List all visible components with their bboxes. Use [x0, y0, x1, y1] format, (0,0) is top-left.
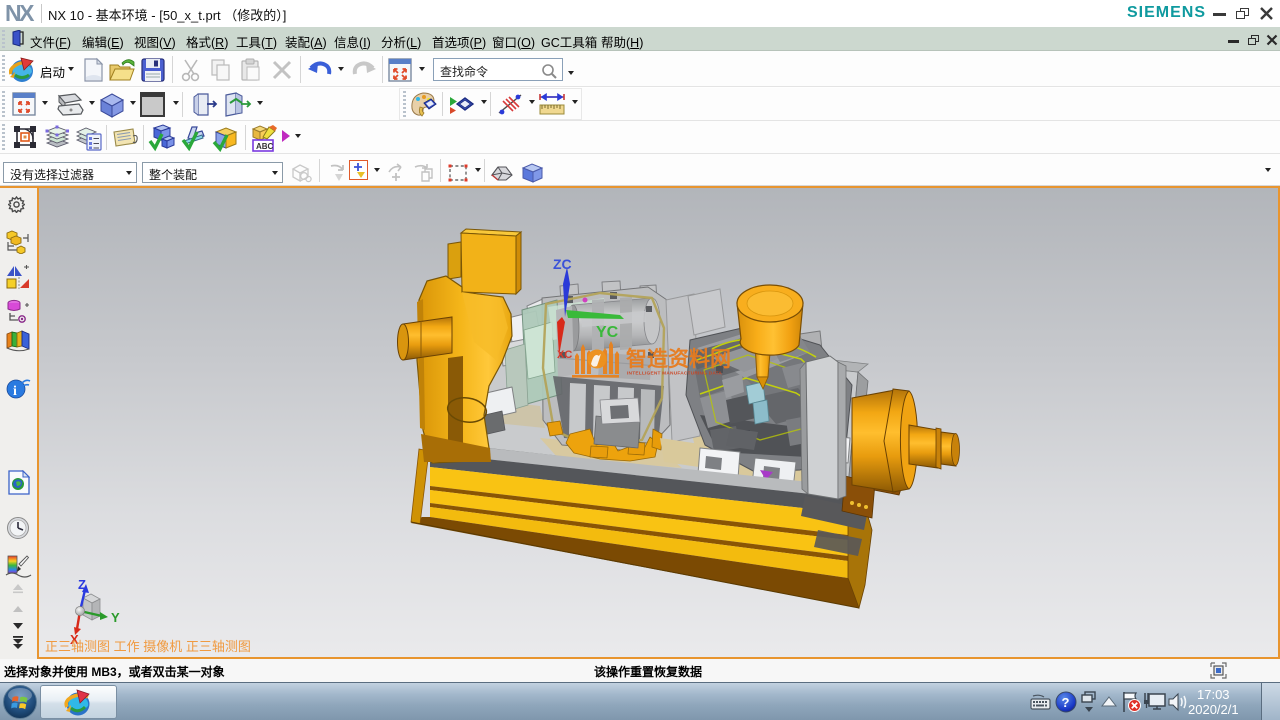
- svg-text:i: i: [13, 384, 17, 399]
- svg-text:?: ?: [1062, 695, 1070, 710]
- svg-text:正三轴测图 工作 摄像机 正三轴测图: 正三轴测图 工作 摄像机 正三轴测图: [45, 639, 251, 654]
- svg-text:ZC: ZC: [553, 256, 572, 272]
- svg-text:Y: Y: [111, 610, 120, 625]
- svg-text:INTELLIGENT MANUFACTURING DATA: INTELLIGENT MANUFACTURING DATA: [627, 371, 722, 377]
- svg-text:XC: XC: [557, 349, 572, 361]
- svg-text:Z: Z: [78, 577, 86, 592]
- svg-text:ABC: ABC: [256, 142, 274, 151]
- svg-text:YC: YC: [596, 324, 619, 341]
- svg-text:智造资料网: 智造资料网: [626, 347, 731, 371]
